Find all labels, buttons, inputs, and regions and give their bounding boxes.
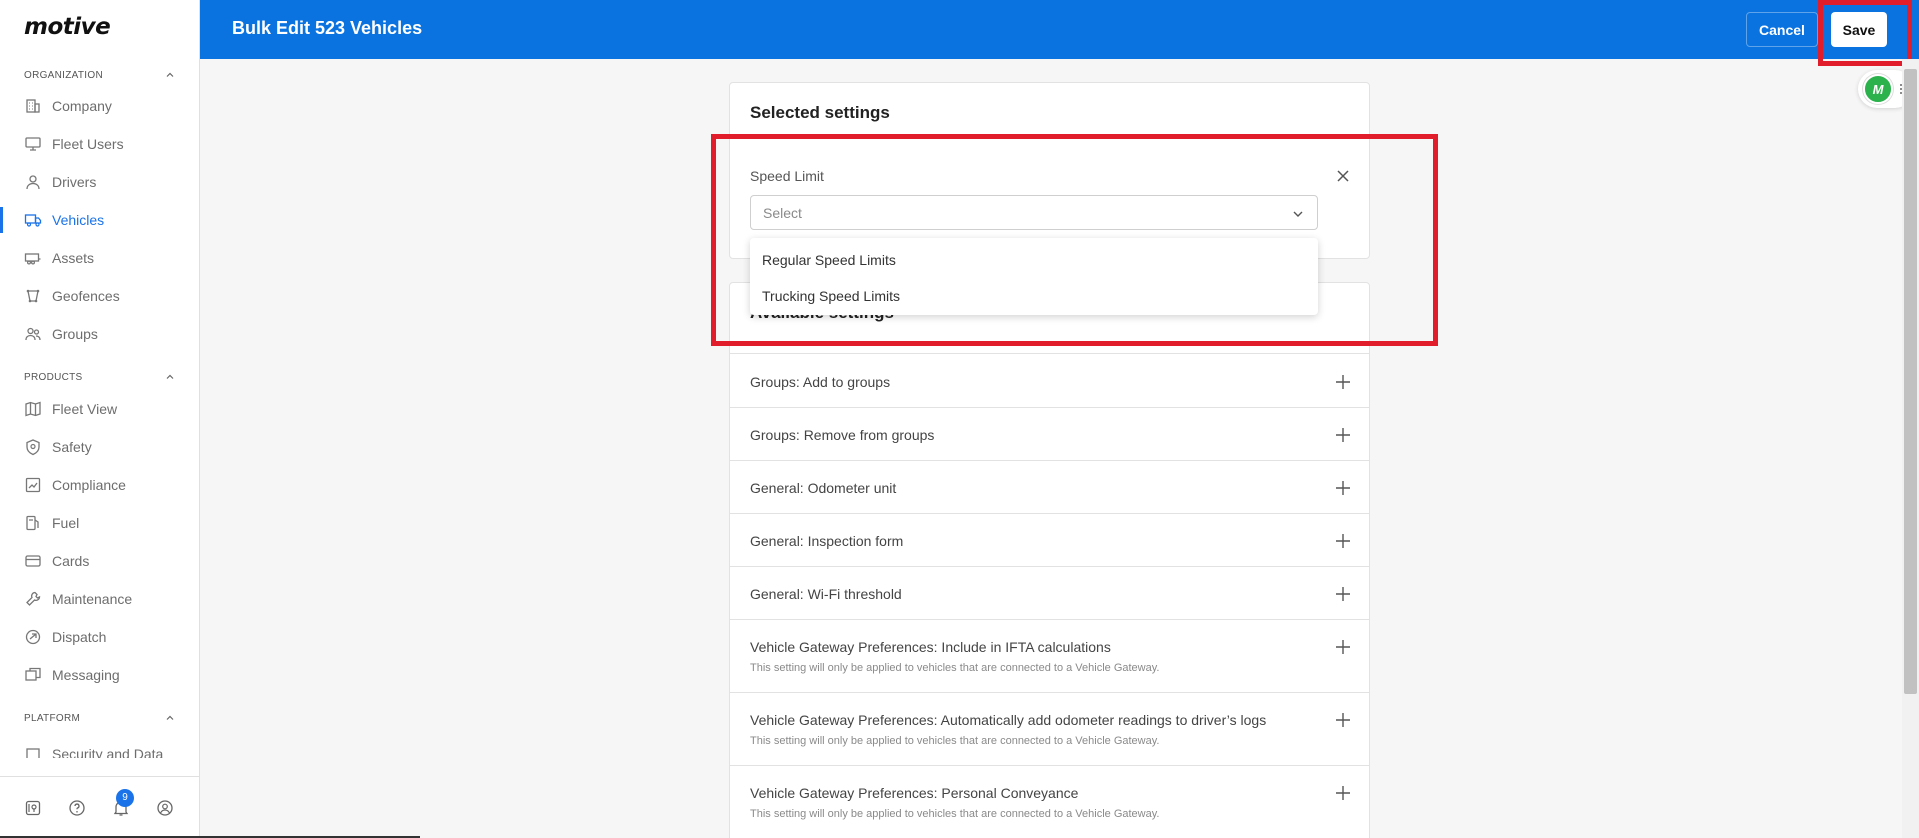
card-icon: [25, 555, 41, 567]
sidebar-item-dispatch[interactable]: Dispatch: [0, 620, 199, 654]
plus-icon[interactable]: [1335, 586, 1351, 602]
scrollbar[interactable]: [1902, 59, 1919, 838]
sidebar-item-fleet-view[interactable]: Fleet View: [0, 392, 199, 426]
plus-icon[interactable]: [1335, 480, 1351, 496]
setting-row[interactable]: Groups: Remove from groups: [729, 407, 1370, 460]
account-icon[interactable]: [156, 799, 174, 817]
sidebar-item-security-and-data[interactable]: Security and Data: [0, 738, 199, 758]
motive-logo[interactable]: motive: [24, 14, 111, 40]
plus-icon[interactable]: [1335, 427, 1351, 443]
avatar[interactable]: M: [1863, 74, 1893, 104]
lock-icon: [26, 748, 40, 758]
page-title: Bulk Edit 523 Vehicles: [232, 18, 423, 38]
sidebar-item-messaging[interactable]: Messaging: [0, 658, 199, 692]
help-icon[interactable]: [68, 799, 86, 817]
chart-icon: [25, 477, 41, 493]
plus-icon[interactable]: [1335, 639, 1351, 655]
geofence-icon: [26, 289, 40, 303]
sidebar-item-safety[interactable]: Safety: [0, 430, 199, 464]
plus-icon[interactable]: [1335, 533, 1351, 549]
building-icon: [26, 99, 40, 113]
map-icon: [25, 401, 41, 417]
section-products[interactable]: PRODUCTS: [24, 371, 176, 383]
section-organization[interactable]: ORGANIZATION: [24, 69, 176, 81]
sidebar-item-compliance[interactable]: Compliance: [0, 468, 199, 502]
chevron-up-icon: [166, 715, 174, 720]
setting-row[interactable]: General: Wi-Fi threshold: [729, 566, 1370, 619]
setting-row[interactable]: Vehicle Gateway Preferences: Personal Co…: [729, 765, 1370, 838]
chevron-up-icon: [166, 374, 174, 379]
users-icon: [25, 327, 41, 341]
monitor-icon: [25, 137, 41, 151]
dispatch-icon: [25, 629, 41, 645]
sidebar-item-cards[interactable]: Cards: [0, 544, 199, 578]
plus-icon[interactable]: [1335, 374, 1351, 390]
chevron-up-icon: [166, 72, 174, 77]
message-icon: [25, 667, 41, 681]
fuel-icon: [26, 515, 39, 531]
sidebar-item-vehicles[interactable]: Vehicles: [0, 203, 199, 237]
sidebar-item-drivers[interactable]: Drivers: [0, 165, 199, 199]
sidebar-footer: 9: [0, 776, 199, 838]
plus-icon[interactable]: [1335, 785, 1351, 801]
section-platform[interactable]: PLATFORM: [24, 712, 176, 724]
save-highlight-box: [1818, 0, 1912, 66]
sidebar-item-assets[interactable]: Assets: [0, 241, 199, 275]
notification-badge: 9: [116, 788, 134, 807]
plus-icon[interactable]: [1335, 712, 1351, 728]
sidebar-item-fleet-users[interactable]: Fleet Users: [0, 127, 199, 161]
wrench-icon: [26, 591, 41, 606]
shield-icon: [26, 439, 40, 456]
selected-settings-title: Selected settings: [750, 103, 890, 122]
sidebar-item-company[interactable]: Company: [0, 89, 199, 123]
sidebar-item-geofences[interactable]: Geofences: [0, 279, 199, 313]
notifications-button[interactable]: 9: [112, 788, 134, 817]
person-icon: [26, 175, 40, 190]
sidebar-item-groups[interactable]: Groups: [0, 317, 199, 351]
speed-limit-highlight-box: [711, 134, 1438, 346]
scrollbar-thumb[interactable]: [1904, 69, 1917, 694]
sidebar-item-maintenance[interactable]: Maintenance: [0, 582, 199, 616]
setting-row[interactable]: General: Inspection form: [729, 513, 1370, 566]
top-header: Bulk Edit 523 Vehicles Cancel Save: [200, 0, 1919, 59]
setting-row[interactable]: General: Odometer unit: [729, 460, 1370, 513]
setting-row[interactable]: Vehicle Gateway Preferences: Automatical…: [729, 692, 1370, 765]
sidebar: motive ORGANIZATION Company Fleet Users …: [0, 0, 200, 838]
map-pin-icon[interactable]: [24, 799, 42, 817]
sidebar-item-fuel[interactable]: Fuel: [0, 506, 199, 540]
cancel-button[interactable]: Cancel: [1746, 12, 1818, 47]
setting-row[interactable]: Vehicle Gateway Preferences: Include in …: [729, 619, 1370, 692]
trailer-icon: [24, 253, 41, 265]
truck-icon: [24, 214, 42, 227]
setting-row[interactable]: Groups: Add to groups: [729, 353, 1370, 407]
